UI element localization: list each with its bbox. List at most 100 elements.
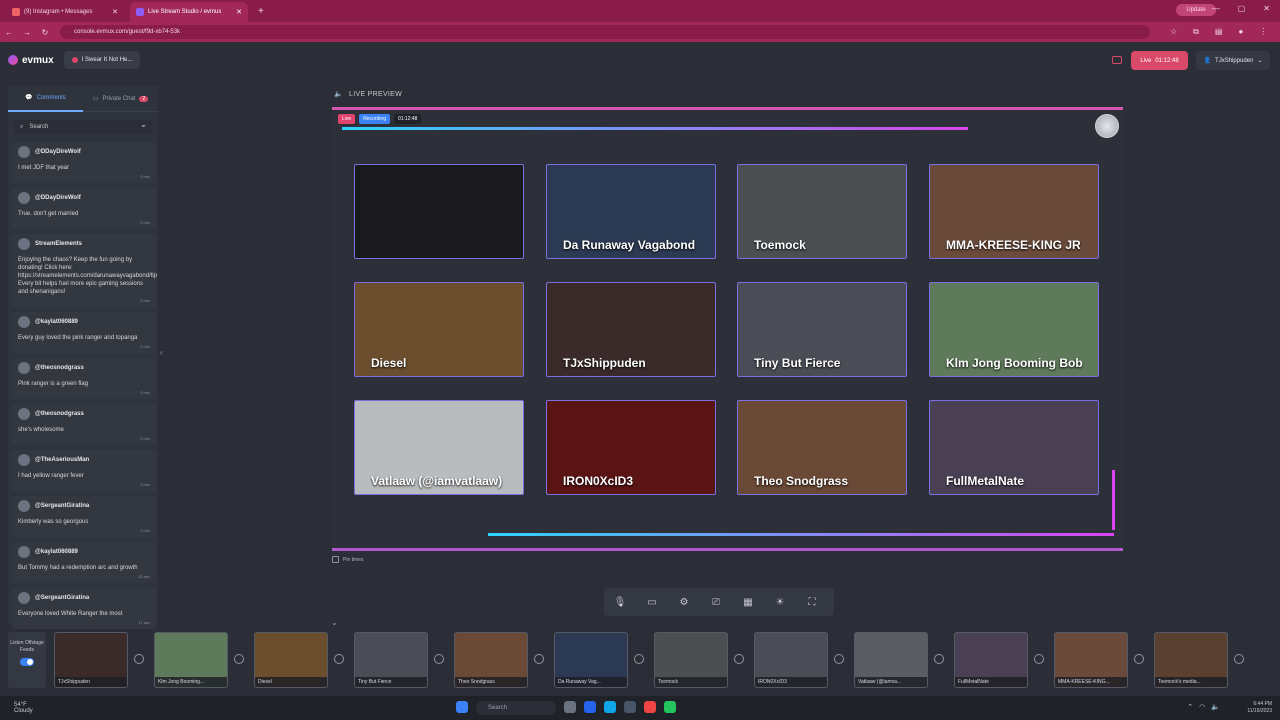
add-to-stage-icon[interactable] bbox=[334, 654, 344, 664]
back-icon[interactable]: ← bbox=[0, 28, 18, 37]
video-camera-icon[interactable]: ▭ bbox=[646, 596, 658, 608]
reload-icon[interactable]: ↻ bbox=[36, 28, 54, 37]
offstage-feed-thumb[interactable]: Klm Jong Booming... bbox=[154, 632, 228, 688]
participant-tile[interactable]: FullMetalNate bbox=[929, 400, 1099, 495]
participant-tile[interactable]: TJxShippuden bbox=[546, 282, 716, 377]
feed-name: Vatlaaw (@iamva... bbox=[855, 677, 927, 687]
tray-chevron-icon[interactable]: ⌃ bbox=[1187, 703, 1193, 711]
participant-tile[interactable]: Klm Jong Booming Bob bbox=[929, 282, 1099, 377]
maximize-icon[interactable]: ▢ bbox=[1238, 4, 1246, 13]
participant-name: MMA-KREESE-KING JR bbox=[946, 238, 1081, 252]
tab-private-chat[interactable]: ▭ Private Chat 2 bbox=[83, 86, 158, 112]
sidebar-panel-icon[interactable]: ▤ bbox=[1215, 27, 1223, 37]
spotify-icon[interactable] bbox=[664, 701, 676, 713]
toggle-switch[interactable] bbox=[20, 658, 34, 666]
offstage-feed-thumb[interactable]: FullMetalNate bbox=[954, 632, 1028, 688]
browser-tab-evmux[interactable]: Live Stream Studio / evmux ✕ bbox=[130, 2, 248, 22]
clock-time: 6:44 PM bbox=[1253, 701, 1272, 707]
offstage-feed-thumb[interactable]: Diesel bbox=[254, 632, 328, 688]
offstage-feed-thumb[interactable]: IRON0XcID3 bbox=[754, 632, 828, 688]
participant-tile[interactable]: Theo Snodgrass bbox=[737, 400, 907, 495]
comment-header: @kaylat060889 bbox=[18, 546, 150, 558]
comment-item: @SergeantGiratina Everyone loved White Ra… bbox=[12, 588, 156, 629]
close-window-icon[interactable]: ✕ bbox=[1263, 4, 1270, 13]
volume-icon[interactable]: 🔈 bbox=[1211, 703, 1220, 711]
app-icon[interactable] bbox=[584, 701, 596, 713]
participant-tile[interactable]: Vatlaaw (@iamvatlaaw) bbox=[354, 400, 524, 495]
taskbar-search[interactable]: Search bbox=[476, 701, 556, 715]
collapse-sidebar-icon[interactable]: ‹ bbox=[160, 348, 163, 357]
add-to-stage-icon[interactable] bbox=[1234, 654, 1244, 664]
brightness-icon[interactable]: ☀ bbox=[774, 596, 786, 608]
filter-icon[interactable]: ⏷ bbox=[141, 124, 146, 131]
offstage-feed-thumb[interactable]: Toemock's media... bbox=[1154, 632, 1228, 688]
live-preview-header: 🔈 LIVE PREVIEW bbox=[334, 90, 402, 99]
bookmark-star-icon[interactable]: ☆ bbox=[1170, 27, 1177, 37]
profile-icon[interactable]: ● bbox=[1238, 27, 1243, 37]
add-to-stage-icon[interactable] bbox=[1034, 654, 1044, 664]
close-tab-icon[interactable]: ✕ bbox=[112, 8, 118, 16]
participant-tile[interactable]: Da Runaway Vagabond bbox=[546, 164, 716, 259]
stream-title-button[interactable]: I Swear It Not He... bbox=[63, 51, 141, 69]
logo-text: evmux bbox=[22, 54, 54, 66]
offstage-feed-thumb[interactable]: Vatlaaw (@iamva... bbox=[854, 632, 928, 688]
add-to-stage-icon[interactable] bbox=[134, 654, 144, 664]
offstage-feed-thumb[interactable]: Tiny But Fierce bbox=[354, 632, 428, 688]
new-tab-button[interactable]: + bbox=[258, 2, 264, 22]
browser-menu-icon[interactable]: ⋮ bbox=[1259, 27, 1267, 37]
offstage-feed-thumb[interactable]: Toemock bbox=[654, 632, 728, 688]
fullscreen-icon[interactable]: ⛶ bbox=[806, 596, 818, 608]
media-icon[interactable]: ▦ bbox=[742, 596, 754, 608]
weather-widget[interactable]: 54°F Cloudy bbox=[14, 702, 33, 714]
participant-tile[interactable]: Diesel bbox=[354, 282, 524, 377]
pin-times-checkbox[interactable]: Pin times bbox=[332, 556, 364, 563]
speaker-icon[interactable]: 🔈 bbox=[334, 90, 343, 98]
edge-icon[interactable] bbox=[604, 701, 616, 713]
settings-icon[interactable]: ⚙ bbox=[678, 596, 690, 608]
microphone-icon[interactable]: 🎙 bbox=[614, 596, 627, 608]
listen-offstage-toggle[interactable]: Listen Offstage Feeds bbox=[8, 632, 46, 688]
add-to-stage-icon[interactable] bbox=[1134, 654, 1144, 664]
live-status-button[interactable]: Live 01:12:48 bbox=[1131, 51, 1188, 70]
chat-icon: ▭ bbox=[92, 96, 99, 102]
participant-tile[interactable]: MMA-KREESE-KING JR bbox=[929, 164, 1099, 259]
offstage-feed-thumb[interactable]: Da Runaway Vag... bbox=[554, 632, 628, 688]
comment-time: 2 min bbox=[140, 390, 150, 395]
chrome-icon[interactable] bbox=[644, 701, 656, 713]
participant-tile[interactable]: Toemock bbox=[737, 164, 907, 259]
browser-tab-instagram[interactable]: (9) Instagram • Messages ✕ bbox=[6, 2, 124, 22]
update-button[interactable]: Update bbox=[1176, 4, 1216, 16]
tab-comments[interactable]: 💬 Comments bbox=[8, 86, 83, 112]
comment-search-input[interactable]: ⌕ Search ⏷ bbox=[14, 120, 152, 134]
screen-share-icon[interactable]: ⎚ bbox=[710, 596, 722, 608]
add-to-stage-icon[interactable] bbox=[534, 654, 544, 664]
add-to-stage-icon[interactable] bbox=[834, 654, 844, 664]
forward-icon[interactable]: → bbox=[18, 28, 36, 37]
comment-time: 2 min bbox=[140, 174, 150, 179]
offstage-feed-thumb[interactable]: TJxShippuden bbox=[54, 632, 128, 688]
file-explorer-icon[interactable] bbox=[564, 701, 576, 713]
participant-tile[interactable]: Tiny But Fierce bbox=[737, 282, 907, 377]
add-to-stage-icon[interactable] bbox=[634, 654, 644, 664]
camera-icon[interactable] bbox=[1112, 56, 1122, 64]
add-to-stage-icon[interactable] bbox=[734, 654, 744, 664]
add-to-stage-icon[interactable] bbox=[434, 654, 444, 664]
taskbar-clock[interactable]: 6:44 PM 11/16/2023 bbox=[1247, 701, 1272, 715]
extensions-icon[interactable]: ⧉ bbox=[1193, 27, 1199, 37]
search-icon: ⌕ bbox=[20, 123, 24, 130]
participant-tile[interactable]: IRON0XcID3 bbox=[546, 400, 716, 495]
minimize-icon[interactable]: — bbox=[1212, 4, 1220, 13]
app-icon[interactable] bbox=[624, 701, 636, 713]
participant-tile[interactable] bbox=[354, 164, 524, 259]
offstage-feed-thumb[interactable]: MMA-KREESE-KING... bbox=[1054, 632, 1128, 688]
wifi-icon[interactable]: ◠ bbox=[1199, 703, 1205, 711]
close-tab-icon[interactable]: ✕ bbox=[236, 8, 242, 16]
start-icon[interactable] bbox=[456, 701, 468, 713]
url-field[interactable]: console.evmux.com/guest/f9d-xb74-53k bbox=[60, 25, 1150, 39]
add-to-stage-icon[interactable] bbox=[934, 654, 944, 664]
evmux-logo[interactable]: evmux bbox=[8, 55, 54, 66]
offstage-feed-thumb[interactable]: Theo Snodgrass bbox=[454, 632, 528, 688]
user-menu[interactable]: 👤 TJxShippuden ⌄ bbox=[1196, 51, 1270, 70]
chevron-down-icon[interactable]: ⌄ bbox=[331, 618, 338, 627]
add-to-stage-icon[interactable] bbox=[234, 654, 244, 664]
